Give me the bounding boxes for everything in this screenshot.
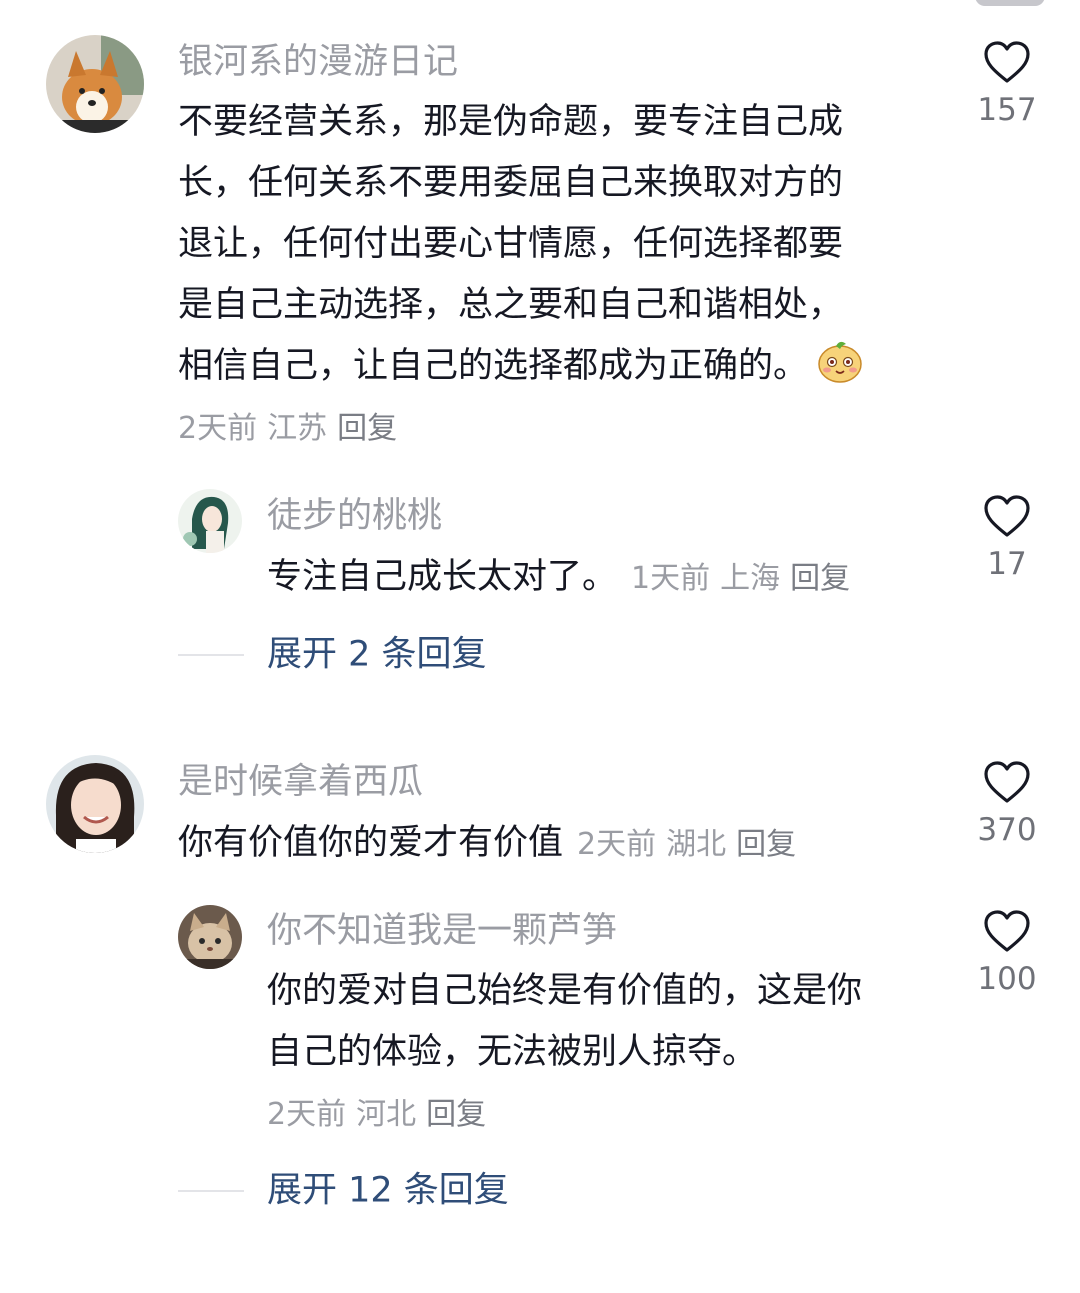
like-button[interactable]: 157 [962, 40, 1052, 128]
comment-meta: 2天前 江苏 回复 [178, 409, 407, 449]
reply-button[interactable]: 回复 [790, 561, 850, 596]
reply-time: 1天前 [631, 561, 711, 596]
reply-time: 2天前 [267, 1097, 347, 1132]
comment-content-line: 长，任何关系不要用委屈自己来换取对方的 [178, 163, 844, 203]
reply-content-row: 专注自己成长太对了。 1天前 上海 回复 [267, 552, 860, 604]
reply-button[interactable]: 回复 [337, 411, 397, 446]
reply-username[interactable]: 徒步的桃桃 [267, 494, 442, 538]
reply-location: 上海 [720, 561, 781, 596]
expand-divider [178, 653, 244, 656]
comment-content-line: 不要经营关系，那是伪命题，要专注自己成 [178, 102, 844, 142]
girl-illustration-avatar-image [178, 489, 242, 553]
reply-username[interactable]: 你不知道我是一颗芦笋 [267, 909, 617, 953]
like-count: 17 [987, 546, 1027, 582]
heart-outline-icon [984, 495, 1030, 537]
reply-meta: 1天前 上海 回复 [631, 561, 860, 596]
reply-button[interactable]: 回复 [426, 1097, 486, 1132]
reply-meta: 2天前 河北 回复 [267, 1095, 496, 1135]
corgi-avatar-image [46, 35, 144, 133]
like-button[interactable]: 370 [962, 760, 1052, 848]
avatar[interactable] [178, 905, 242, 969]
comment-time: 2天前 [178, 411, 258, 446]
comment-meta: 2天前 湖北 回复 [577, 827, 806, 862]
heart-outline-icon [984, 761, 1030, 803]
smiling-girl-avatar-image [46, 755, 144, 853]
comment-location: 江苏 [267, 411, 328, 446]
expand-replies-button[interactable]: 展开 12 条回复 [178, 1165, 509, 1216]
comment-content: 你有价值你的爱才有价值 [178, 823, 564, 863]
avatar[interactable] [46, 35, 144, 133]
comment-content-line: 是自己主动选择，总之要和自己和谐相处， [178, 285, 844, 325]
like-count: 157 [977, 92, 1037, 128]
top-scroll-indicator [975, 0, 1045, 6]
avatar[interactable] [46, 755, 144, 853]
expand-divider [178, 1189, 244, 1192]
comment-username[interactable]: 是时候拿着西瓜 [178, 760, 423, 804]
reply-content-line: 你的爱对自己始终是有价值的，这是你 [267, 971, 863, 1011]
cat-avatar-image [178, 905, 242, 969]
comment-content-line: 相信自己，让自己的选择都成为正确的。 [178, 336, 864, 397]
expand-replies-button[interactable]: 展开 2 条回复 [178, 629, 487, 680]
reply-content: 专注自己成长太对了。 [267, 557, 618, 597]
expand-replies-label: 展开 12 条回复 [267, 1170, 509, 1211]
reply-location: 河北 [356, 1097, 417, 1132]
like-button[interactable]: 17 [962, 494, 1052, 582]
comment-content: 不要经营关系，那是伪命题，要专注自己成 长，任何关系不要用委屈自己来换取对方的 … [178, 92, 864, 397]
comment-username[interactable]: 银河系的漫游日记 [178, 40, 458, 84]
reply-content-line: 自己的体验，无法被别人掠夺。 [267, 1032, 758, 1072]
heart-outline-icon [984, 41, 1030, 83]
comment-content-row: 你有价值你的爱才有价值 2天前 湖北 回复 [178, 818, 806, 870]
expand-replies-label: 展开 2 条回复 [267, 634, 487, 675]
heart-outline-icon [984, 910, 1030, 952]
comment-time: 2天前 [577, 827, 657, 862]
comment-location: 湖北 [666, 827, 727, 862]
avatar[interactable] [178, 489, 242, 553]
reply-button[interactable]: 回复 [736, 827, 796, 862]
like-count: 370 [977, 812, 1037, 848]
comment-content-line: 退让，任何付出要心甘情愿，任何选择都要 [178, 224, 844, 264]
like-count: 100 [977, 961, 1037, 997]
reply-content: 你的爱对自己始终是有价值的，这是你 自己的体验，无法被别人掠夺。 [267, 961, 862, 1083]
like-button[interactable]: 100 [962, 909, 1052, 997]
smiling-mango-emoji [818, 341, 862, 383]
comment-content-text: 相信自己，让自己的选择都成为正确的。 [178, 346, 809, 386]
